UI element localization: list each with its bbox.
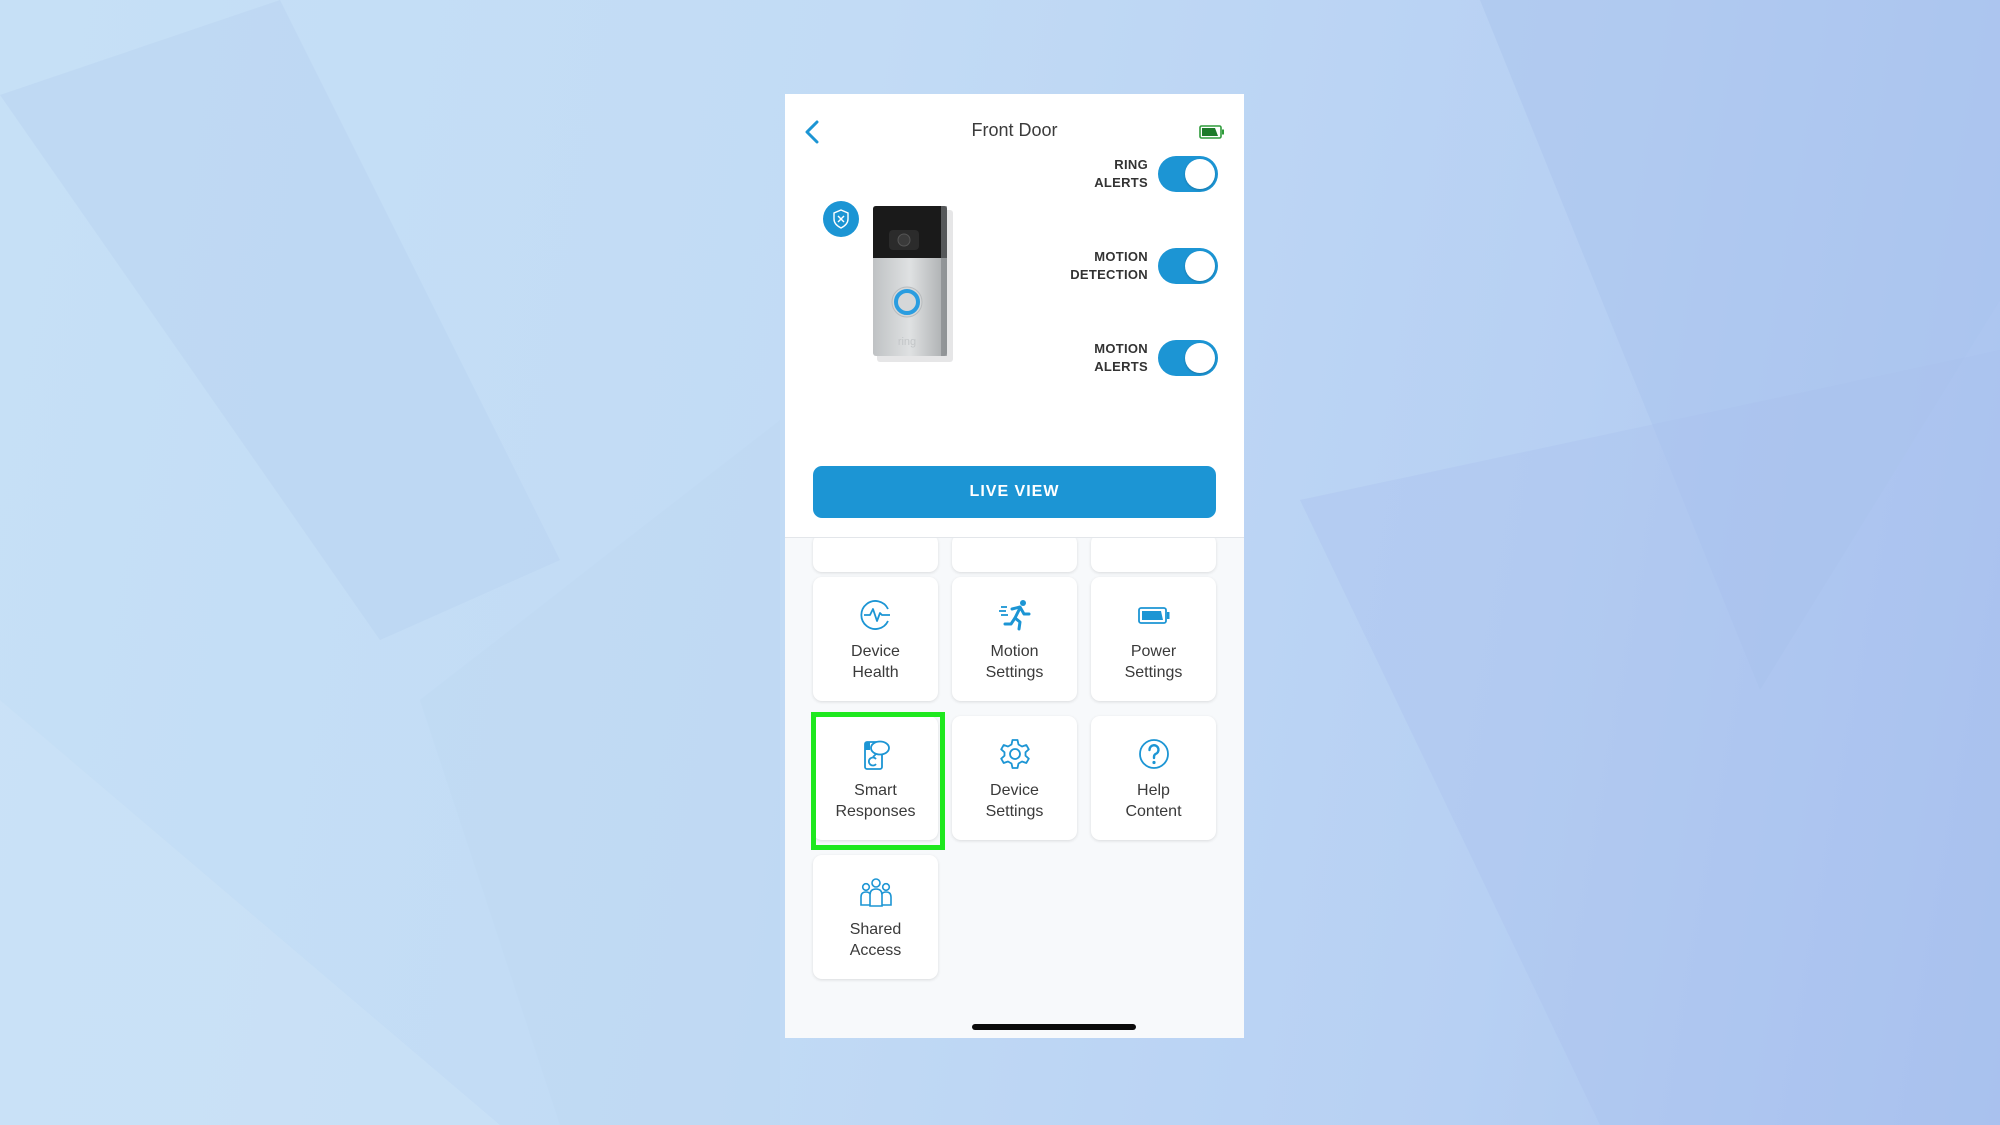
toggle-label: MOTION ALERTS [1094,340,1148,376]
tile-smart-responses[interactable]: Smart Responses [813,716,938,840]
tile-label: Smart Responses [835,780,915,822]
toggle-knob [1185,159,1215,189]
toggle-knob [1185,251,1215,281]
motion-alerts-toggle[interactable] [1158,340,1218,376]
gear-icon [997,736,1033,772]
tile-label-line: Help [1137,782,1170,799]
tile-power-settings[interactable]: Power Settings [1091,577,1216,701]
tile-label-line: Settings [1124,664,1183,681]
question-circle-icon [1136,736,1172,772]
ring-logo-text: ring [898,336,916,348]
tile-partially-hidden[interactable] [952,534,1077,572]
tile-label-line: Access [849,942,902,959]
tile-help-content[interactable]: Help Content [1091,716,1216,840]
tile-device-settings[interactable]: Device Settings [952,716,1077,840]
tile-label: Device Settings [986,780,1044,822]
toggle-row-ring-alerts: RING ALERTS [1094,156,1218,192]
tile-label: Device Health [851,641,900,683]
tile-device-health[interactable]: Device Health [813,577,938,701]
tile-label-line: Device [990,782,1039,799]
motion-detection-toggle[interactable] [1158,248,1218,284]
tile-partially-hidden[interactable] [1091,534,1216,572]
phone-screen: Front Door ring RING ALERTS MOTION DETEC… [785,94,1244,1038]
tile-shared-access[interactable]: Shared Access [813,855,938,979]
toggle-label-line: RING [1114,157,1148,172]
tile-label-line: Motion [990,643,1039,660]
tile-label-line: Shared [849,921,902,938]
tile-label-line: Content [1125,803,1182,820]
toggle-label: MOTION DETECTION [1070,248,1148,284]
tile-motion-settings[interactable]: Motion Settings [952,577,1077,701]
tile-label-line: Settings [985,664,1044,681]
tile-label-line: Device [851,643,900,660]
running-person-icon [997,597,1033,633]
toggle-knob [1185,343,1215,373]
smart-responses-icon [858,736,894,772]
tile-label: Shared Access [850,919,902,961]
shield-x-icon [833,209,849,229]
toggle-label-line: MOTION [1094,341,1148,356]
tile-label: Power Settings [1125,641,1183,683]
shield-x-badge[interactable] [823,201,859,237]
live-view-button[interactable]: LIVE VIEW [813,466,1216,518]
tile-label-line: Settings [985,803,1044,820]
heartbeat-icon [858,597,894,633]
tile-label-line: Health [852,664,899,681]
device-header-panel: Front Door ring RING ALERTS MOTION DETEC… [785,94,1244,538]
toggle-label-line: ALERTS [1094,359,1148,374]
page-title: Front Door [971,120,1058,140]
users-icon [858,875,894,911]
toggle-label: RING ALERTS [1094,156,1148,192]
toggle-row-motion-alerts: MOTION ALERTS [1094,340,1218,376]
tile-label-line: Power [1130,643,1177,660]
toggle-label-line: DETECTION [1070,267,1148,282]
home-indicator[interactable] [972,1024,1136,1030]
tile-label: Motion Settings [986,641,1044,683]
tile-label-line: Smart [854,782,897,799]
ring-alerts-toggle[interactable] [1158,156,1218,192]
battery-icon [1199,125,1224,139]
battery-icon [1136,597,1172,633]
tile-label-line: Responses [835,803,916,820]
tile-partially-hidden[interactable] [813,534,938,572]
tile-label: Help Content [1125,780,1181,822]
toggle-row-motion-detection: MOTION DETECTION [1070,248,1218,284]
toggle-label-line: ALERTS [1094,175,1148,190]
toggle-label-line: MOTION [1094,249,1148,264]
